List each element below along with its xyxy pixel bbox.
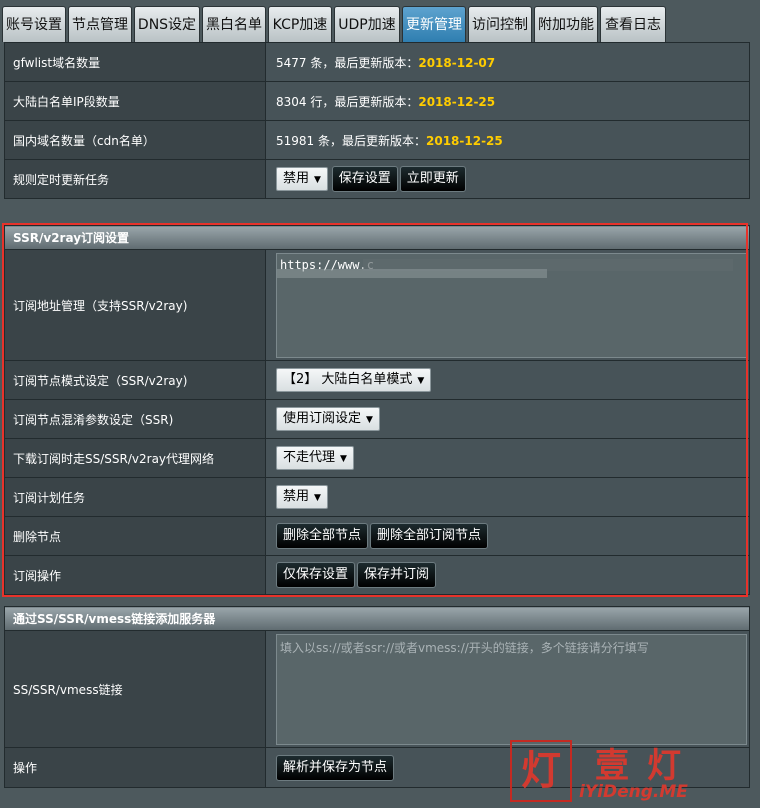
subscription-proxy-label: 下载订阅时走SS/SSR/v2ray代理网络 xyxy=(4,438,266,478)
subscription-obfs-row: 订阅节点混淆参数设定（SSR) 使用订阅设定 ▼ xyxy=(4,399,750,439)
tab-account-settings[interactable]: 账号设置 xyxy=(2,6,66,42)
subscription-obfs-label: 订阅节点混淆参数设定（SSR) xyxy=(4,399,266,439)
subscription-op-row: 订阅操作 仅保存设置 保存并订阅 xyxy=(4,555,750,595)
schedule-select-value: 禁用 xyxy=(283,171,310,186)
add-server-title: 通过SS/SSR/vmess链接添加服务器 xyxy=(4,606,750,631)
delete-nodes-cell: 删除全部节点 删除全部订阅节点 xyxy=(265,516,750,556)
subscription-url-row: 订阅地址管理（支持SSR/v2ray) https://www.c xyxy=(4,249,750,361)
subscription-url-cell: https://www.c xyxy=(265,249,750,361)
save-and-subscribe-button[interactable]: 保存并订阅 xyxy=(357,562,437,588)
subscription-obfs-value: 使用订阅设定 xyxy=(283,411,362,426)
subscription-obfs-select[interactable]: 使用订阅设定 ▼ xyxy=(276,407,380,431)
subscription-plan-select[interactable]: 禁用 ▼ xyxy=(276,485,328,509)
tab-access-control[interactable]: 访问控制 xyxy=(468,6,532,42)
subscription-plan-cell: 禁用 ▼ xyxy=(265,477,750,517)
link-op-cell: 解析并保存为节点 xyxy=(265,747,750,788)
tab-kcp-acceleration[interactable]: KCP加速 xyxy=(268,6,332,42)
gfwlist-label: gfwlist域名数量 xyxy=(4,42,266,82)
subscription-plan-row: 订阅计划任务 禁用 ▼ xyxy=(4,477,750,517)
rules-table: gfwlist域名数量 5477 条，最后更新版本：2018-12-07 大陆白… xyxy=(4,42,750,199)
link-input-label: SS/SSR/vmess链接 xyxy=(4,630,266,748)
chevron-down-icon: ▼ xyxy=(314,493,321,503)
subscription-proxy-value: 不走代理 xyxy=(283,450,336,465)
link-input-row: SS/SSR/vmess链接 填入以ss://或者ssr://或者vmess:/… xyxy=(4,630,750,748)
gfwlist-count: 5477 条，最后更新版本： xyxy=(276,55,419,70)
schedule-row: 规则定时更新任务 禁用 ▼ 保存设置 立即更新 xyxy=(4,159,750,199)
chevron-down-icon: ▼ xyxy=(417,376,425,386)
link-op-row: 操作 解析并保存为节点 xyxy=(4,747,750,788)
subscription-plan-value: 禁用 xyxy=(283,489,310,504)
link-input-cell: 填入以ss://或者ssr://或者vmess://开头的链接，多个链接请分行填… xyxy=(265,630,750,748)
update-now-button[interactable]: 立即更新 xyxy=(399,166,466,192)
subscription-url-label: 订阅地址管理（支持SSR/v2ray) xyxy=(4,249,266,361)
subscription-proxy-select[interactable]: 不走代理 ▼ xyxy=(276,446,354,470)
tab-black-white-list[interactable]: 黑白名单 xyxy=(202,6,266,42)
chnroute-date: 2018-12-25 xyxy=(418,94,496,109)
schedule-label: 规则定时更新任务 xyxy=(4,159,266,199)
tab-node-management[interactable]: 节点管理 xyxy=(68,6,132,42)
tab-udp-acceleration[interactable]: UDP加速 xyxy=(334,6,400,42)
subscription-mode-select[interactable]: 【2】 大陆白名单模式 ▼ xyxy=(276,368,432,392)
link-textarea[interactable]: 填入以ss://或者ssr://或者vmess://开头的链接，多个链接请分行填… xyxy=(276,633,747,745)
chnroute-value: 8304 行，最后更新版本：2018-12-25 xyxy=(265,81,750,121)
delete-all-nodes-button[interactable]: 删除全部节点 xyxy=(276,523,369,549)
chevron-down-icon: ▼ xyxy=(314,175,321,185)
subscription-header: SSR/v2ray订阅设置 xyxy=(4,225,750,250)
tab-view-log[interactable]: 查看日志 xyxy=(600,6,666,42)
subscription-mode-row: 订阅节点模式设定（SSR/v2ray) 【2】 大陆白名单模式 ▼ xyxy=(4,360,750,400)
gfwlist-date: 2018-12-07 xyxy=(418,55,496,70)
chnroute-label: 大陆白名单IP段数量 xyxy=(4,81,266,121)
add-server-table: 通过SS/SSR/vmess链接添加服务器 SS/SSR/vmess链接 填入以… xyxy=(4,606,750,788)
redacted-blur xyxy=(277,268,547,278)
gfwlist-value: 5477 条，最后更新版本：2018-12-07 xyxy=(265,42,750,82)
parse-and-save-button[interactable]: 解析并保存为节点 xyxy=(276,754,395,781)
delete-nodes-row: 删除节点 删除全部节点 删除全部订阅节点 xyxy=(4,516,750,556)
delete-subscribed-nodes-button[interactable]: 删除全部订阅节点 xyxy=(370,523,489,549)
subscription-obfs-cell: 使用订阅设定 ▼ xyxy=(265,399,750,439)
chnroute-row: 大陆白名单IP段数量 8304 行，最后更新版本：2018-12-25 xyxy=(4,81,750,121)
cdn-count: 51981 条，最后更新版本： xyxy=(276,133,426,148)
tab-dns-settings[interactable]: DNS设定 xyxy=(134,6,200,42)
chevron-down-icon: ▼ xyxy=(340,454,347,464)
subscription-table: SSR/v2ray订阅设置 订阅地址管理（支持SSR/v2ray) https:… xyxy=(4,225,750,595)
subscription-proxy-row: 下载订阅时走SS/SSR/v2ray代理网络 不走代理 ▼ xyxy=(4,438,750,478)
link-textarea-placeholder: 填入以ss://或者ssr://或者vmess://开头的链接，多个链接请分行填… xyxy=(280,640,649,655)
cdn-label: 国内域名数量（cdn名单） xyxy=(4,120,266,160)
cdn-row: 国内域名数量（cdn名单） 51981 条，最后更新版本：2018-12-25 xyxy=(4,120,750,160)
subscription-mode-cell: 【2】 大陆白名单模式 ▼ xyxy=(265,360,750,400)
subscription-op-label: 订阅操作 xyxy=(4,555,266,595)
save-settings-button[interactable]: 保存设置 xyxy=(331,166,398,192)
delete-nodes-label: 删除节点 xyxy=(4,516,266,556)
subscription-plan-label: 订阅计划任务 xyxy=(4,477,266,517)
subscription-op-cell: 仅保存设置 保存并订阅 xyxy=(265,555,750,595)
tab-update-management[interactable]: 更新管理 xyxy=(402,6,466,42)
add-server-header: 通过SS/SSR/vmess链接添加服务器 xyxy=(4,606,750,631)
tab-extra-features[interactable]: 附加功能 xyxy=(534,6,598,42)
gfwlist-row: gfwlist域名数量 5477 条，最后更新版本：2018-12-07 xyxy=(4,42,750,82)
subscription-mode-value: 【2】 大陆白名单模式 xyxy=(283,372,413,387)
save-only-button[interactable]: 仅保存设置 xyxy=(276,562,356,588)
link-op-label: 操作 xyxy=(4,747,266,788)
subscription-proxy-cell: 不走代理 ▼ xyxy=(265,438,750,478)
chnroute-count: 8304 行，最后更新版本： xyxy=(276,94,419,109)
subscription-url-textarea[interactable]: https://www.c xyxy=(276,252,747,358)
subscription-mode-label: 订阅节点模式设定（SSR/v2ray) xyxy=(4,360,266,400)
cdn-value: 51981 条，最后更新版本：2018-12-25 xyxy=(265,120,750,160)
schedule-controls: 禁用 ▼ 保存设置 立即更新 xyxy=(265,159,750,199)
cdn-date: 2018-12-25 xyxy=(426,133,503,148)
chevron-down-icon: ▼ xyxy=(366,415,373,425)
subscription-title: SSR/v2ray订阅设置 xyxy=(4,225,750,250)
tab-bar: 账号设置 节点管理 DNS设定 黑白名单 KCP加速 UDP加速 更新管理 访问… xyxy=(0,0,760,43)
schedule-select[interactable]: 禁用 ▼ xyxy=(276,167,328,191)
